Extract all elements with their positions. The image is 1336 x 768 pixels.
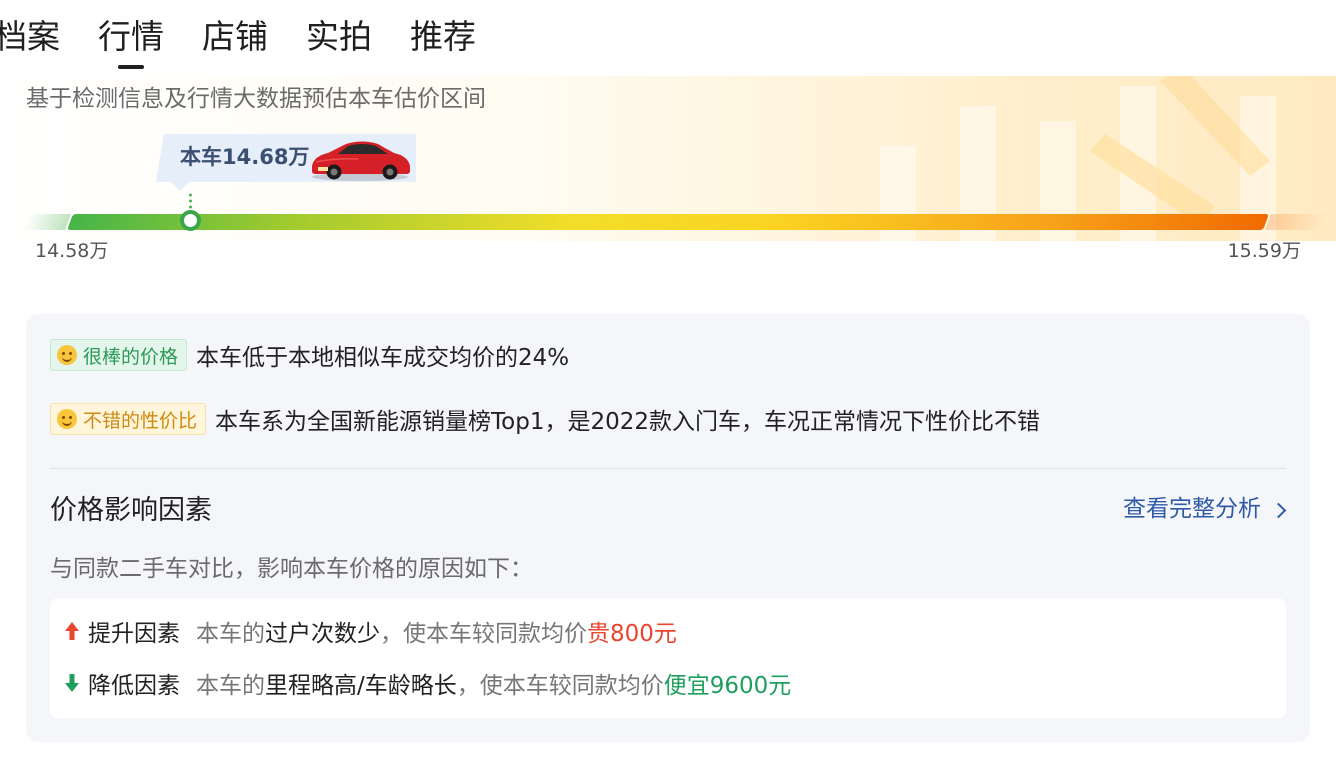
verdict-row: 很棒的价格 本车低于本地相似车成交均价的24% (50, 338, 569, 372)
tab-archive[interactable]: 档案 (0, 14, 60, 66)
factor-reason: 过户次数少 (265, 621, 380, 647)
tab-bar: 档案 行情 店铺 实拍 推荐 (0, 14, 514, 66)
tab-store[interactable]: 店铺 (202, 14, 268, 66)
chevron-right-icon (1270, 502, 1287, 518)
price-range-max: 15.59万 (1227, 240, 1301, 262)
price-bar-left-fade (23, 214, 71, 230)
full-analysis-link[interactable]: 查看完整分析 (1123, 492, 1287, 526)
factor-label: 提升因素 (88, 621, 180, 647)
factors-list: 提升因素 本车的 过户次数少 ，使本车较同款均价 贵800元 降低因素 本车的 … (50, 598, 1286, 718)
factor-middle: ，使本车较同款均价 (456, 673, 664, 699)
factors-subtitle: 与同款二手车对比，影响本车价格的原因如下： (50, 556, 533, 582)
market-page: 档案 行情 店铺 实拍 推荐 基于检测信息及行情大数据预估本车估价区间 本车14… (0, 0, 1336, 768)
arrow-down-icon (65, 674, 79, 692)
current-price-bubble-tail (170, 181, 190, 191)
current-price-marker (179, 210, 201, 231)
current-price-label: 本车14.68万 (180, 145, 310, 169)
tab-market[interactable]: 行情 (98, 14, 164, 66)
price-range-min: 14.58万 (35, 240, 109, 262)
badge-label: 很棒的价格 (83, 345, 179, 368)
factors-title: 价格影响因素 (50, 495, 212, 526)
factor-prefix: 本车的 (196, 621, 265, 647)
great-price-badge: 很棒的价格 (50, 339, 188, 371)
starry-eyes-emoji-icon (57, 345, 77, 365)
good-value-badge: 不错的性价比 (50, 403, 207, 435)
estimate-note: 基于检测信息及行情大数据预估本车估价区间 (26, 86, 486, 112)
factor-prefix: 本车的 (196, 673, 265, 699)
tab-photos[interactable]: 实拍 (306, 14, 372, 66)
factor-effect: 便宜9600元 (663, 673, 792, 699)
verdict-text: 本车低于本地相似车成交均价的24% (196, 345, 570, 371)
smile-emoji-icon (57, 409, 77, 429)
full-analysis-label: 查看完整分析 (1123, 496, 1261, 522)
price-range-bar (67, 214, 1269, 230)
factor-middle: ，使本车较同款均价 (380, 621, 587, 647)
tab-recommend[interactable]: 推荐 (410, 14, 476, 66)
verdict-row: 不错的性价比 本车系为全国新能源销量榜Top1，是2022款入门车，车况正常情况… (50, 402, 1040, 436)
factor-label: 降低因素 (88, 673, 180, 699)
factor-effect: 贵800元 (587, 621, 677, 647)
divider (50, 468, 1286, 469)
factor-reason: 里程略高/车龄略长 (265, 673, 457, 699)
arrow-up-icon (65, 622, 79, 640)
verdict-text: 本车系为全国新能源销量榜Top1，是2022款入门车，车况正常情况下性价比不错 (215, 409, 1040, 435)
price-bar-right-fade (1265, 214, 1329, 230)
badge-label: 不错的性价比 (83, 409, 198, 432)
car-thumbnail (312, 141, 410, 181)
list-item: 提升因素 本车的 过户次数少 ，使本车较同款均价 贵800元 (64, 614, 677, 648)
price-analysis-card: 很棒的价格 本车低于本地相似车成交均价的24% 不错的性价比 本车系为全国新能源… (26, 314, 1310, 742)
list-item: 降低因素 本车的 里程略高/车龄略长 ，使本车较同款均价 便宜9600元 (64, 666, 791, 700)
price-marker-line (188, 192, 192, 212)
